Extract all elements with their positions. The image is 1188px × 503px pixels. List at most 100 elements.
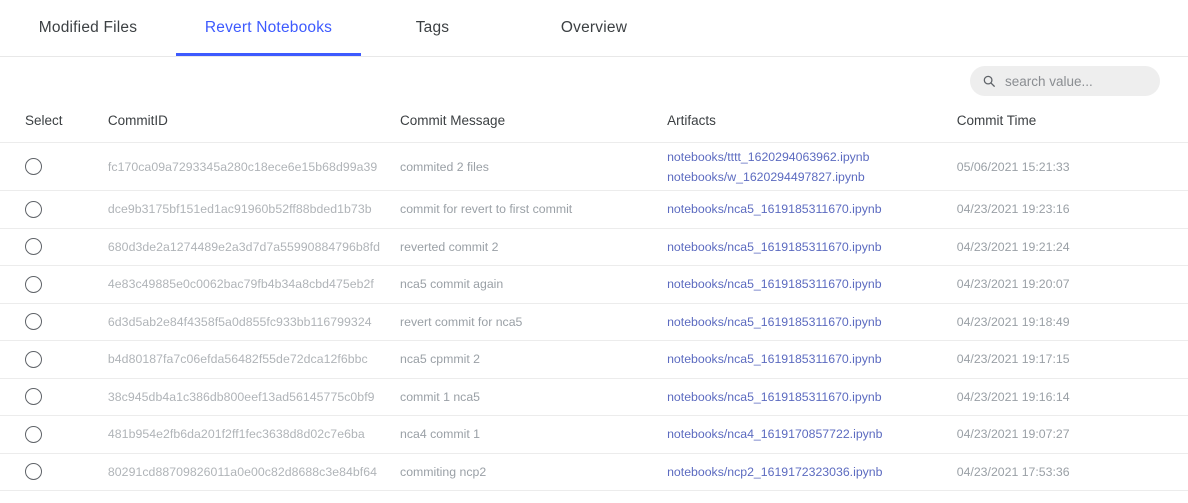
row-radio-button[interactable] (25, 388, 42, 406)
artifact-link[interactable]: notebooks/nca4_1619170857722.ipynb (667, 424, 957, 444)
column-header-select: Select (0, 113, 83, 143)
column-header-commit-id: CommitID (82, 113, 381, 143)
row-radio-button[interactable] (25, 425, 42, 443)
row-radio-button[interactable] (25, 158, 42, 175)
artifact-link[interactable]: notebooks/nca5_1619185311670.ipynb (667, 387, 957, 407)
commit-time-text: 04/23/2021 19:17:15 (956, 352, 1070, 367)
commit-time-cell: 04/23/2021 19:16:14 (956, 378, 1188, 416)
table-row[interactable]: b4d80187fa7c06efda56482f55de72dca12f6bbc… (0, 340, 1188, 379)
commit-time-text: 05/06/2021 15:21:33 (956, 159, 1070, 174)
commit-message-text: commiting ncp2 (400, 464, 487, 479)
commit-id-cell: 481b954e2fb6da201f2ff1fec3638d8d02c7e6ba (82, 415, 381, 454)
table-head: Select CommitID Commit Message Artifacts… (0, 113, 1188, 143)
commit-id-text: 6d3d5ab2e84f4358f5a0d855fc933bb116799324 (107, 314, 372, 329)
artifact-link[interactable]: notebooks/nca5_1619185311670.ipynb (667, 349, 957, 369)
artifact-link[interactable]: notebooks/nca5_1619185311670.ipynb (667, 312, 957, 332)
commit-id-cell: 4e83c49885e0c0062bac79fb4b34a8cbd475eb2f (82, 265, 381, 304)
search-icon (982, 74, 996, 88)
artifacts-cell: notebooks/nca5_1619185311670.ipynb (663, 190, 957, 229)
row-radio-button[interactable] (25, 238, 42, 256)
artifacts-cell: notebooks/nca5_1619185311670.ipynb (663, 303, 957, 341)
commit-message-cell: nca4 commit 1 (380, 415, 664, 454)
table-row[interactable]: 80291cd88709826011a0e00c82d8688c3e84bf64… (0, 453, 1188, 491)
commit-time-cell: 04/23/2021 19:20:07 (956, 265, 1188, 304)
artifact-link[interactable]: notebooks/ncp2_1619172323036.ipynb (667, 462, 957, 482)
commit-id-cell: dce9b3175bf151ed1ac91960b52ff88bded1b73b (82, 190, 381, 229)
commit-time-cell: 04/23/2021 19:21:24 (956, 228, 1188, 266)
artifacts-cell: notebooks/nca5_1619185311670.ipynb (663, 340, 957, 379)
commit-id-text: 680d3de2a1274489e2a3d7d7a55990884796b8fd (107, 239, 381, 254)
artifacts-cell: notebooks/nca4_1619170857722.ipynb (663, 415, 957, 454)
table-row[interactable]: dce9b3175bf151ed1ac91960b52ff88bded1b73b… (0, 190, 1188, 229)
table-row[interactable]: 6d3d5ab2e84f4358f5a0d855fc933bb116799324… (0, 303, 1188, 341)
commit-message-text: reverted commit 2 (400, 239, 499, 254)
tab-revert-notebooks[interactable]: Revert Notebooks (176, 0, 361, 56)
commit-time-text: 04/23/2021 19:21:24 (956, 239, 1070, 254)
commit-message-cell: commiting ncp2 (380, 453, 664, 491)
revert-notebooks-table: Select CommitID Commit Message Artifacts… (0, 113, 1188, 491)
artifacts-cell: notebooks/ncp2_1619172323036.ipynb (663, 453, 957, 491)
select-cell (0, 142, 83, 191)
commit-time-cell: 04/23/2021 19:23:16 (956, 190, 1188, 229)
commit-id-cell: 680d3de2a1274489e2a3d7d7a55990884796b8fd (82, 228, 381, 266)
column-header-commit-message: Commit Message (380, 113, 664, 143)
artifact-link[interactable]: notebooks/nca5_1619185311670.ipynb (667, 199, 957, 219)
commit-time-cell: 04/23/2021 17:53:36 (956, 453, 1188, 491)
select-cell (0, 340, 83, 379)
search-box[interactable] (970, 66, 1160, 96)
table-body: fc170ca09a7293345a280c18ece6e15b68d99a39… (0, 142, 1188, 491)
table-row[interactable]: fc170ca09a7293345a280c18ece6e15b68d99a39… (0, 142, 1188, 191)
artifact-link[interactable]: notebooks/w_1620294497827.ipynb (667, 167, 957, 187)
tab-overview[interactable]: Overview (504, 0, 684, 56)
active-tab-indicator (176, 53, 361, 56)
commit-id-text: 38c945db4a1c386db800eef13ad56145775c0bf9 (107, 389, 375, 404)
table-header-row: Select CommitID Commit Message Artifacts… (0, 113, 1188, 143)
column-header-artifacts: Artifacts (663, 113, 957, 143)
tab-modified-files[interactable]: Modified Files (0, 0, 176, 56)
column-header-commit-time: Commit Time (956, 113, 1188, 143)
select-cell (0, 190, 83, 229)
select-cell (0, 415, 83, 454)
select-cell (0, 303, 83, 341)
row-radio-button[interactable] (25, 313, 42, 331)
table-row[interactable]: 481b954e2fb6da201f2ff1fec3638d8d02c7e6ba… (0, 415, 1188, 454)
commit-id-cell: 6d3d5ab2e84f4358f5a0d855fc933bb116799324 (82, 303, 381, 341)
artifacts-cell: notebooks/nca5_1619185311670.ipynb (663, 228, 957, 266)
table-row[interactable]: 680d3de2a1274489e2a3d7d7a55990884796b8fd… (0, 228, 1188, 266)
commit-time-text: 04/23/2021 19:20:07 (956, 277, 1070, 292)
commit-id-cell: fc170ca09a7293345a280c18ece6e15b68d99a39 (82, 142, 381, 191)
commit-id-text: b4d80187fa7c06efda56482f55de72dca12f6bbc (107, 352, 368, 367)
artifacts-cell: notebooks/tttt_1620294063962.ipynb notebo… (663, 142, 957, 191)
commit-message-text: commit 1 nca5 (400, 389, 481, 404)
row-radio-button[interactable] (25, 350, 42, 368)
select-cell (0, 228, 83, 266)
tab-bar: Modified Files Revert Notebooks Tags Ove… (0, 0, 1188, 57)
commit-message-cell: commited 2 files (380, 142, 664, 191)
artifact-link[interactable]: notebooks/nca5_1619185311670.ipynb (667, 274, 957, 294)
table-row[interactable]: 38c945db4a1c386db800eef13ad56145775c0bf9… (0, 378, 1188, 416)
artifact-link[interactable]: notebooks/tttt_1620294063962.ipynb (667, 147, 957, 167)
row-radio-button[interactable] (25, 275, 42, 293)
commit-message-text: nca5 commit again (400, 277, 504, 292)
artifact-link[interactable]: notebooks/nca5_1619185311670.ipynb (667, 237, 957, 257)
toolbar (0, 57, 1188, 113)
search-input[interactable] (1005, 73, 1145, 89)
commit-time-text: 04/23/2021 19:18:49 (956, 314, 1070, 329)
commit-message-cell: reverted commit 2 (380, 228, 664, 266)
commit-time-cell: 04/23/2021 19:18:49 (956, 303, 1188, 341)
commit-time-text: 04/23/2021 17:53:36 (956, 464, 1070, 479)
commit-id-text: fc170ca09a7293345a280c18ece6e15b68d99a39 (107, 159, 378, 174)
tab-label: Overview (560, 19, 628, 36)
commit-message-cell: nca5 cpmmit 2 (380, 340, 664, 379)
table-row[interactable]: 4e83c49885e0c0062bac79fb4b34a8cbd475eb2f… (0, 265, 1188, 304)
row-radio-button[interactable] (25, 200, 42, 218)
commit-id-cell: b4d80187fa7c06efda56482f55de72dca12f6bbc (82, 340, 381, 379)
artifacts-cell: notebooks/nca5_1619185311670.ipynb (663, 378, 957, 416)
commit-message-text: nca4 commit 1 (400, 427, 481, 442)
select-cell (0, 265, 83, 304)
commit-message-text: commit for revert to first commit (400, 202, 573, 217)
commit-message-cell: commit for revert to first commit (380, 190, 664, 229)
commit-id-cell: 80291cd88709826011a0e00c82d8688c3e84bf64 (82, 453, 381, 491)
tab-tags[interactable]: Tags (361, 0, 504, 56)
row-radio-button[interactable] (25, 463, 42, 481)
